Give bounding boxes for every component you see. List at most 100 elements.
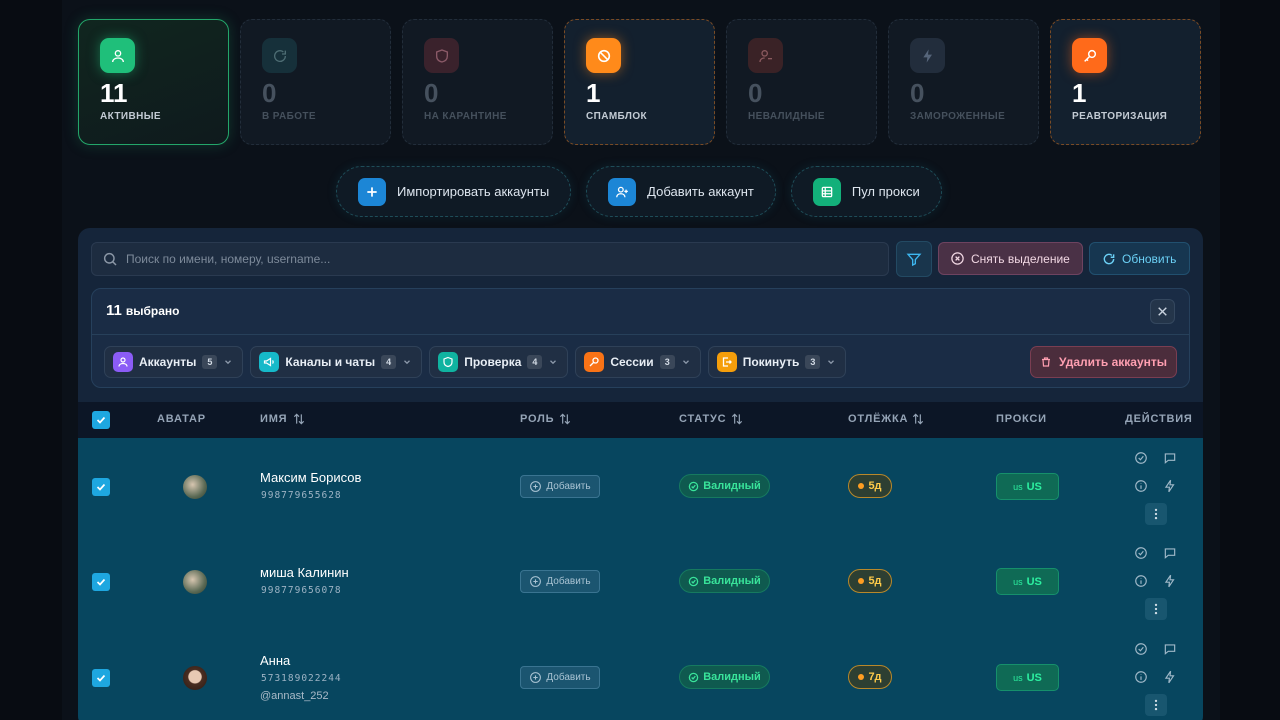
delete-accounts-label: Удалить аккаунты — [1059, 355, 1167, 369]
add-role-label: Добавить — [546, 672, 591, 683]
chip-count: 3 — [805, 355, 821, 369]
stat-card-invalid[interactable]: 0 НЕВАЛИДНЫЕ — [726, 19, 877, 145]
chevron-down-icon — [404, 360, 411, 365]
bolt-action-button[interactable] — [1159, 570, 1181, 592]
avatar — [183, 475, 207, 499]
chip-accounts[interactable]: Аккаунты 5 — [104, 346, 244, 378]
check-circle-icon — [1135, 547, 1147, 559]
info-action-button[interactable] — [1130, 570, 1152, 592]
filter-button[interactable] — [896, 241, 932, 277]
check-icon — [96, 416, 106, 424]
chip-check[interactable]: Проверка 4 — [429, 346, 569, 378]
exit-icon — [716, 352, 737, 372]
close-selection-button[interactable] — [1150, 299, 1175, 324]
shield-check-icon — [438, 352, 459, 372]
account-username: @annast_252 — [260, 690, 329, 702]
chip-sessions[interactable]: Сессии 3 — [575, 346, 701, 378]
bolt-action-button[interactable] — [1159, 666, 1181, 688]
chip-channels[interactable]: Каналы и чаты 4 — [250, 346, 423, 378]
delete-accounts-button[interactable]: Удалить аккаунты — [1030, 346, 1177, 378]
refresh-label: Обновить — [1122, 251, 1177, 266]
info-action-button[interactable] — [1130, 666, 1152, 688]
tracking-badge: 5д — [848, 474, 892, 498]
sort-icon[interactable] — [730, 412, 744, 426]
country-code: us — [1013, 672, 1023, 683]
sort-icon[interactable] — [911, 412, 925, 426]
shield-icon — [424, 38, 459, 73]
user-plus-icon — [608, 177, 637, 206]
stat-value: 11 — [100, 78, 128, 108]
deselect-label: Снять выделение — [971, 251, 1070, 266]
bolt-action-button[interactable] — [1159, 475, 1181, 497]
chat-icon — [1164, 644, 1176, 655]
stat-label: НА КАРАНТИНЕ — [424, 111, 507, 122]
key-icon — [584, 352, 605, 372]
chip-count: 4 — [527, 355, 543, 369]
trash-icon — [1042, 357, 1050, 367]
account-phone: 998779655628 — [261, 490, 342, 501]
search-placeholder: Поиск по имени, номеру, username... — [126, 252, 331, 266]
chat-action-button[interactable] — [1159, 542, 1181, 564]
stat-label: АКТИВНЫЕ — [100, 111, 161, 122]
sort-icon[interactable] — [558, 412, 572, 426]
add-role-label: Добавить — [546, 481, 591, 492]
deselect-button[interactable]: Снять выделение — [938, 242, 1083, 275]
info-action-button[interactable] — [1130, 475, 1152, 497]
import-accounts-button[interactable]: Импортировать аккаунты — [336, 166, 572, 217]
chat-action-button[interactable] — [1159, 447, 1181, 469]
search-icon — [102, 251, 118, 270]
check-action-button[interactable] — [1130, 542, 1152, 564]
add-role-button[interactable]: Добавить — [520, 475, 600, 498]
tracking-value: 7д — [868, 671, 882, 683]
table-row[interactable]: Анна 573189022244 @annast_252 Добавить В… — [78, 630, 1203, 720]
plus-circle-icon — [530, 576, 542, 587]
avatar — [183, 666, 207, 690]
row-checkbox[interactable] — [92, 478, 110, 496]
row-checkbox[interactable] — [92, 573, 110, 591]
key-icon — [1072, 38, 1107, 73]
select-all-checkbox[interactable] — [92, 411, 110, 429]
stat-card-reauth[interactable]: 1 РЕАВТОРИЗАЦИЯ — [1050, 19, 1201, 145]
users-icon — [113, 352, 133, 372]
more-actions-button[interactable] — [1145, 598, 1167, 620]
proxy-badge[interactable]: us US — [996, 568, 1059, 595]
header-status[interactable]: СТАТУС — [679, 413, 726, 425]
check-action-button[interactable] — [1130, 638, 1152, 660]
header-tracking[interactable]: ОТЛЁЖКА — [848, 413, 908, 425]
bolt-icon — [1164, 574, 1175, 588]
chip-label: Аккаунты — [139, 355, 197, 369]
proxy-badge[interactable]: us US — [996, 473, 1059, 500]
add-account-button[interactable]: Добавить аккаунт — [586, 166, 776, 217]
check-action-button[interactable] — [1130, 447, 1152, 469]
chip-leave[interactable]: Покинуть 3 — [707, 346, 847, 378]
table-row[interactable]: миша Калинин 998779656078 Добавить Валид… — [78, 534, 1203, 630]
header-role[interactable]: РОЛЬ — [520, 413, 554, 425]
check-circle-icon — [688, 576, 699, 586]
sort-icon[interactable] — [292, 412, 306, 426]
proxy-badge[interactable]: us US — [996, 664, 1059, 691]
table-row[interactable]: Максим Борисов 998779655628 Добавить Вал… — [78, 438, 1203, 534]
add-role-button[interactable]: Добавить — [520, 570, 600, 593]
account-name: Максим Борисов — [260, 470, 362, 485]
stat-label: В РАБОТЕ — [262, 111, 316, 122]
header-name[interactable]: ИМЯ — [260, 413, 287, 425]
header-proxy: ПРОКСИ — [996, 413, 1047, 425]
check-circle-icon — [1135, 643, 1147, 655]
refresh-button[interactable]: Обновить — [1089, 242, 1190, 275]
more-actions-button[interactable] — [1145, 503, 1167, 525]
actions-row: Импортировать аккаунты Добавить аккаунт … — [336, 166, 942, 217]
stat-card-quarantine[interactable]: 0 НА КАРАНТИНЕ — [402, 19, 553, 145]
more-actions-button[interactable] — [1145, 694, 1167, 716]
row-checkbox[interactable] — [92, 669, 110, 687]
chip-count: 5 — [202, 355, 218, 369]
proxy-pool-button[interactable]: Пул прокси — [790, 166, 942, 217]
status-badge: Валидный — [679, 665, 770, 689]
stat-card-spamblock[interactable]: 1 СПАМБЛОК — [564, 19, 715, 145]
search-input[interactable]: Поиск по имени, номеру, username... — [91, 242, 889, 276]
chat-action-button[interactable] — [1159, 638, 1181, 660]
chat-icon — [1164, 453, 1176, 464]
stat-card-frozen[interactable]: 0 ЗАМОРОЖЕННЫЕ — [888, 19, 1039, 145]
stat-card-active[interactable]: 11 АКТИВНЫЕ — [78, 19, 229, 145]
stat-card-in-work[interactable]: 0 В РАБОТЕ — [240, 19, 391, 145]
add-role-button[interactable]: Добавить — [520, 666, 600, 689]
